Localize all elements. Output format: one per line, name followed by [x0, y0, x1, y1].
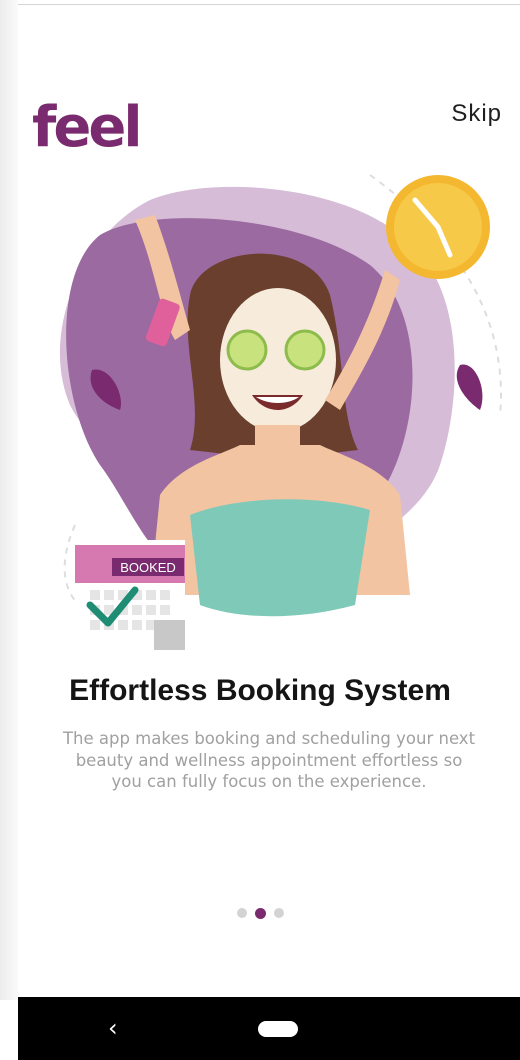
system-navigation-bar: ‹ [18, 997, 520, 1060]
page-dot-1[interactable] [236, 908, 247, 918]
skip-button[interactable]: Skip [451, 100, 502, 128]
page-curl [154, 620, 185, 650]
right-cucumber [284, 329, 326, 371]
left-edge-shadow [0, 0, 18, 1000]
page-indicator [0, 907, 520, 919]
towel [190, 499, 370, 617]
home-pill-icon[interactable] [258, 1021, 298, 1037]
page-dot-3[interactable] [273, 908, 284, 918]
booked-calendar: BOOKED [75, 540, 185, 650]
booked-label: BOOKED [120, 560, 176, 575]
page-dot-2-active[interactable] [254, 907, 266, 919]
spa-booking-illustration: BOOKED [59, 174, 502, 650]
left-cucumber [226, 329, 268, 371]
neck [255, 425, 300, 465]
top-divider [18, 4, 520, 5]
feel-logo: feel [32, 95, 143, 160]
onboarding-description: The app makes booking and scheduling you… [62, 729, 476, 791]
right-petal [456, 364, 483, 410]
onboarding-title: Effortless Booking System [69, 674, 451, 707]
chevron-left-icon[interactable]: ‹ [108, 1013, 118, 1043]
